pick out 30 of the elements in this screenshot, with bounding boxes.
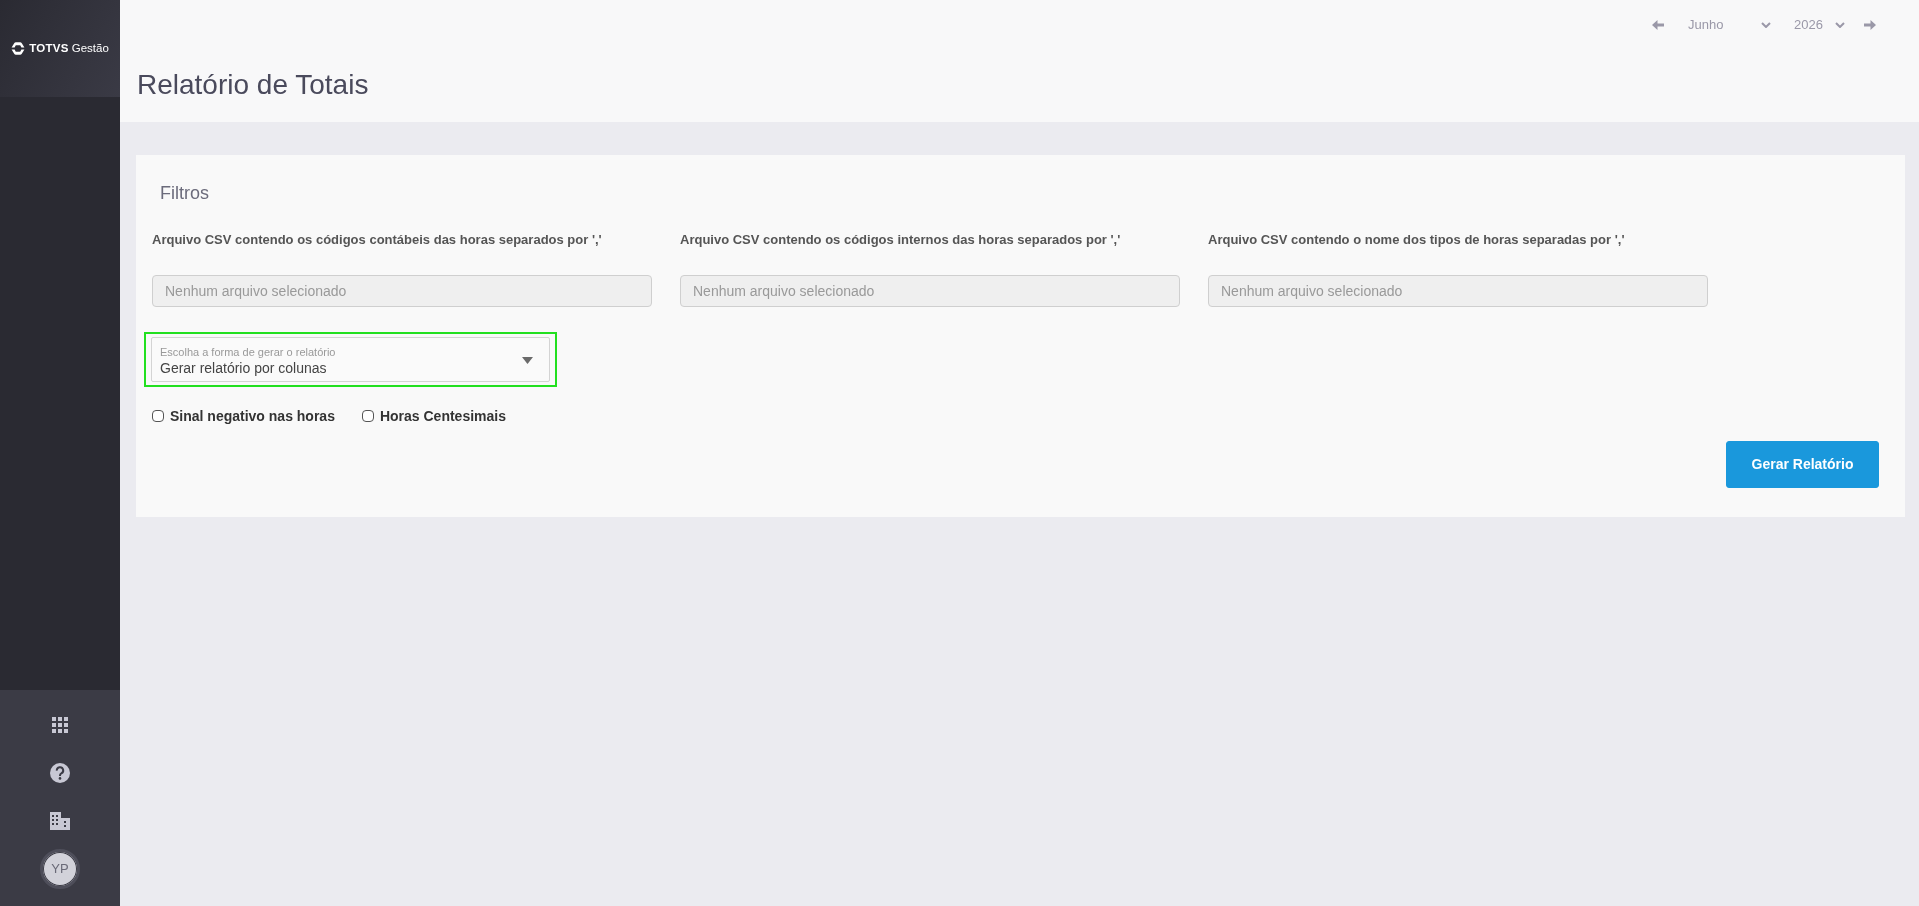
logo-product: Gestão <box>71 40 109 56</box>
file-field[interactable]: Nenhum arquivo selecionado <box>1208 275 1708 307</box>
field-label: Arquivo CSV contendo os códigos contábeis das horas separados por ',' <box>152 231 603 249</box>
chevron-down-icon <box>1835 22 1845 28</box>
caret-down-icon <box>522 357 533 364</box>
arrow-right-icon[interactable] <box>1864 20 1876 30</box>
field-label: Arquivo CSV contendo os códigos internos das horas separados por ',' <box>680 231 1122 249</box>
section-title: Filtros <box>159 182 210 204</box>
building-icon[interactable] <box>50 812 70 830</box>
user-avatar[interactable]: YP <box>40 849 80 889</box>
checkbox[interactable] <box>152 410 164 422</box>
apps-grid-icon[interactable] <box>52 717 68 733</box>
checkbox-label[interactable]: Horas Centesimais <box>379 407 506 425</box>
checkbox-label[interactable]: Sinal negativo nas horas <box>170 407 335 425</box>
file-field[interactable]: Nenhum arquivo selecionado <box>680 275 1180 307</box>
logo-brand: TOTVS <box>29 40 69 56</box>
select-label: Escolha a forma de gerar o relatório <box>160 344 336 359</box>
year-select[interactable]: 2026 <box>1786 15 1850 35</box>
page-title: Relatório de Totais <box>137 68 370 102</box>
month-select[interactable]: Junho <box>1680 15 1775 35</box>
arrow-left-icon[interactable] <box>1652 20 1664 30</box>
field-label: Arquivo CSV contendo o nome dos tipos de horas separadas por ',' <box>1208 231 1626 249</box>
report-mode-select[interactable]: Escolha a forma de gerar o relatório Gerar relatório por colunas <box>144 332 557 387</box>
checkbox[interactable] <box>361 410 374 422</box>
help-icon[interactable] <box>50 763 70 783</box>
select-value: Gerar relatório por colunas <box>160 358 328 377</box>
logo-icon <box>11 42 26 55</box>
file-field[interactable]: Nenhum arquivo selecionado <box>152 275 652 307</box>
generate-report-button[interactable]: Gerar Relatório <box>1726 441 1879 488</box>
chevron-down-icon <box>1761 22 1771 28</box>
